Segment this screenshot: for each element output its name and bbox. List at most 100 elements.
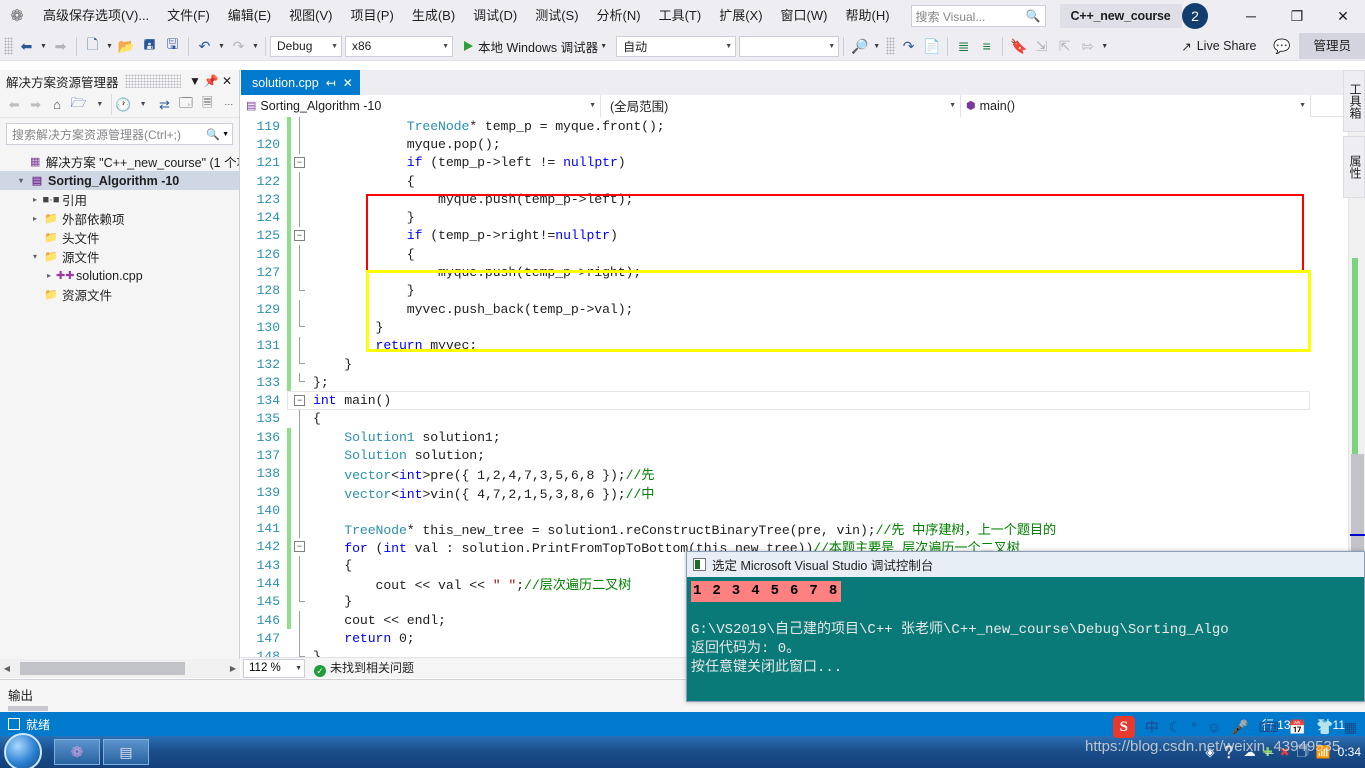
tree-expander-icon[interactable]: ▸ [42,271,56,280]
find-dropdown-icon[interactable]: ▼ [871,43,882,50]
tree-item-6[interactable]: ▸ ✚✚ solution.cpp [0,266,239,285]
menu-item-1[interactable]: 文件(F) [158,0,219,32]
debug-console-window[interactable]: 选定 Microsoft Visual Studio 调试控制台 1 2 3 4… [686,551,1365,702]
smiley-icon[interactable]: ☺ [1207,719,1221,735]
window-minimize-button[interactable]: ─ [1228,0,1274,32]
tree-item-4[interactable]: 📁 头文件 [0,228,239,247]
save-all-icon[interactable]: 🖫 [161,35,184,58]
taskbar-visual-studio-icon[interactable]: ❁ [54,739,100,765]
format-icon[interactable]: ≣ [952,35,975,58]
tree-item-5[interactable]: ▾ 📁 源文件 [0,247,239,266]
tree-expander-icon[interactable]: ▾ [14,176,28,185]
shirt-icon[interactable]: 👕 [1316,719,1333,736]
sogou-icon[interactable]: S [1112,716,1135,738]
code-line-130[interactable]: 130 } [241,318,1310,337]
taskbar-console-window-icon[interactable]: ▤ [103,739,149,765]
code-line-128[interactable]: 128 } [241,281,1310,300]
window-close-button[interactable]: ✕ [1320,0,1365,32]
code-line-126[interactable]: 126 { [241,245,1310,264]
chevron-down-icon[interactable]: ▼ [220,131,229,138]
collapse-icon[interactable]: − [294,230,305,242]
menu-item-7[interactable]: 测试(S) [526,0,587,32]
code-line-123[interactable]: 123 myque.push(temp_p->left); [241,190,1310,209]
solution-search-input[interactable]: 搜索解决方案资源管理器(Ctrl+;) 🔍 ▼ [6,123,233,145]
chevron-down-icon[interactable]: ▼ [598,43,609,50]
undo-dropdown-icon[interactable]: ▼ [216,43,227,50]
document-tab-solution-cpp[interactable]: solution.cpp ↤ ✕ [241,70,360,95]
menu-item-11[interactable]: 窗口(W) [772,0,837,32]
menu-item-0[interactable]: 高级保存选项(V)... [34,0,158,32]
overflow-icon[interactable]: ▼ [1099,43,1110,50]
overflow-icon[interactable]: ⋯ [219,94,239,115]
ime-chinese-icon[interactable]: 中 [1145,717,1159,737]
arrow-back-icon[interactable]: ⬅ [15,35,38,58]
tree-item-0[interactable]: ▦ 解决方案 "C++_new_course" (1 个项 [0,152,239,171]
fold-column[interactable]: − [291,391,309,409]
back-dropdown-icon[interactable]: ▼ [38,43,49,50]
menu-item-8[interactable]: 分析(N) [588,0,650,32]
fold-column[interactable]: − [291,154,309,172]
nav-scope-select[interactable]: (全局范围) ▼ [601,94,961,117]
show-all-files-icon[interactable]: 🗁 [68,94,88,115]
nav-project-select[interactable]: ▤ Sorting_Algorithm -10 ▼ [241,94,601,117]
panel-drag-dots[interactable] [124,74,181,88]
code-line-119[interactable]: 119 TreeNode* temp_p = myque.front(); [241,117,1310,136]
toolbox-tab[interactable]: 工具箱 [1343,70,1365,132]
code-line-141[interactable]: 141 TreeNode* this_new_tree = solution1.… [241,519,1310,538]
save-icon[interactable]: 🖪 [138,35,161,58]
code-line-122[interactable]: 122 { [241,171,1310,191]
solution-explorer-hscrollbar[interactable]: ◀ ▶ [0,659,240,678]
blank-select[interactable]: ▼ [739,35,840,57]
menu-item-5[interactable]: 生成(B) [403,0,464,32]
mic-icon[interactable]: 🎤 [1231,719,1248,736]
indent-icon[interactable]: ↷ [897,35,920,58]
tree-expander-icon[interactable]: ▾ [28,252,42,261]
configuration-select[interactable]: Debug ▼ [270,35,342,57]
menu-item-10[interactable]: 扩展(X) [710,0,771,32]
refresh-history-icon[interactable]: 🕐 [111,94,132,115]
calendar-icon[interactable]: 📅 [1289,719,1306,736]
menu-item-9[interactable]: 工具(T) [650,0,711,32]
code-line-132[interactable]: 132 } [241,354,1310,374]
code-line-134[interactable]: 134 − int main() [241,391,1310,410]
console-titlebar[interactable]: 选定 Microsoft Visual Studio 调试控制台 [687,552,1364,577]
menu-item-4[interactable]: 项目(P) [341,0,402,32]
code-line-121[interactable]: 121 − if (temp_p->left != nullptr) [241,153,1310,172]
close-icon[interactable]: ✕ [219,74,235,88]
notification-badge[interactable]: 2 [1182,3,1208,29]
chevron-down-icon[interactable]: ▼ [187,74,203,88]
start-debugging-button[interactable]: 本地 Windows 调试器 ▼ [459,35,614,58]
collapse-icon[interactable]: − [294,394,305,406]
tree-item-7[interactable]: 📁 资源文件 [0,285,239,304]
code-line-129[interactable]: 129 myvec.push_back(temp_p->val); [241,299,1310,319]
code-line-140[interactable]: 140 [241,501,1310,520]
scroll-left-icon[interactable]: ◀ [0,664,14,673]
home-icon[interactable]: ⌂ [47,94,67,115]
sync-icon[interactable]: ⇄ [154,94,174,115]
windows-start-icon[interactable] [4,733,42,768]
open-folder-icon[interactable]: 📂 [115,35,138,58]
nav-member-select[interactable]: ⬢ main() ▼ [961,94,1311,117]
find-in-files-icon[interactable]: 🔎 [848,35,871,58]
toolbar-grip-2[interactable] [886,37,896,55]
code-line-135[interactable]: 135 { [241,409,1310,429]
code-line-133[interactable]: 133}; [241,373,1310,392]
taskbar-clock[interactable]: 0:34 [1338,745,1361,759]
tree-expander-icon[interactable]: ▸ [28,195,42,204]
code-line-131[interactable]: 131 return myvec; [241,336,1310,355]
properties-tab[interactable]: 属性 [1343,136,1365,198]
menu-item-2[interactable]: 编辑(E) [219,0,280,32]
properties-icon[interactable]: 🗏 [197,94,217,115]
code-line-127[interactable]: 127 myque.push(temp_p->right); [241,263,1310,282]
tree-item-3[interactable]: ▸ 📁 外部依赖项 [0,209,239,228]
scroll-thumb[interactable] [20,662,185,675]
grid-icon[interactable]: ▦ [1344,719,1357,736]
undo-icon[interactable]: ↶ [193,35,216,58]
pin-icon[interactable]: ↤ [326,76,336,90]
code-line-138[interactable]: 138 vector<int>pre({ 1,2,4,7,3,5,6,8 });… [241,464,1310,483]
degree-icon[interactable]: ° [1191,719,1197,735]
code-line-120[interactable]: 120 myque.pop(); [241,135,1310,154]
menu-item-12[interactable]: 帮助(H) [836,0,898,32]
pin-icon[interactable]: 📌 [203,74,219,88]
fold-column[interactable]: − [291,227,309,245]
